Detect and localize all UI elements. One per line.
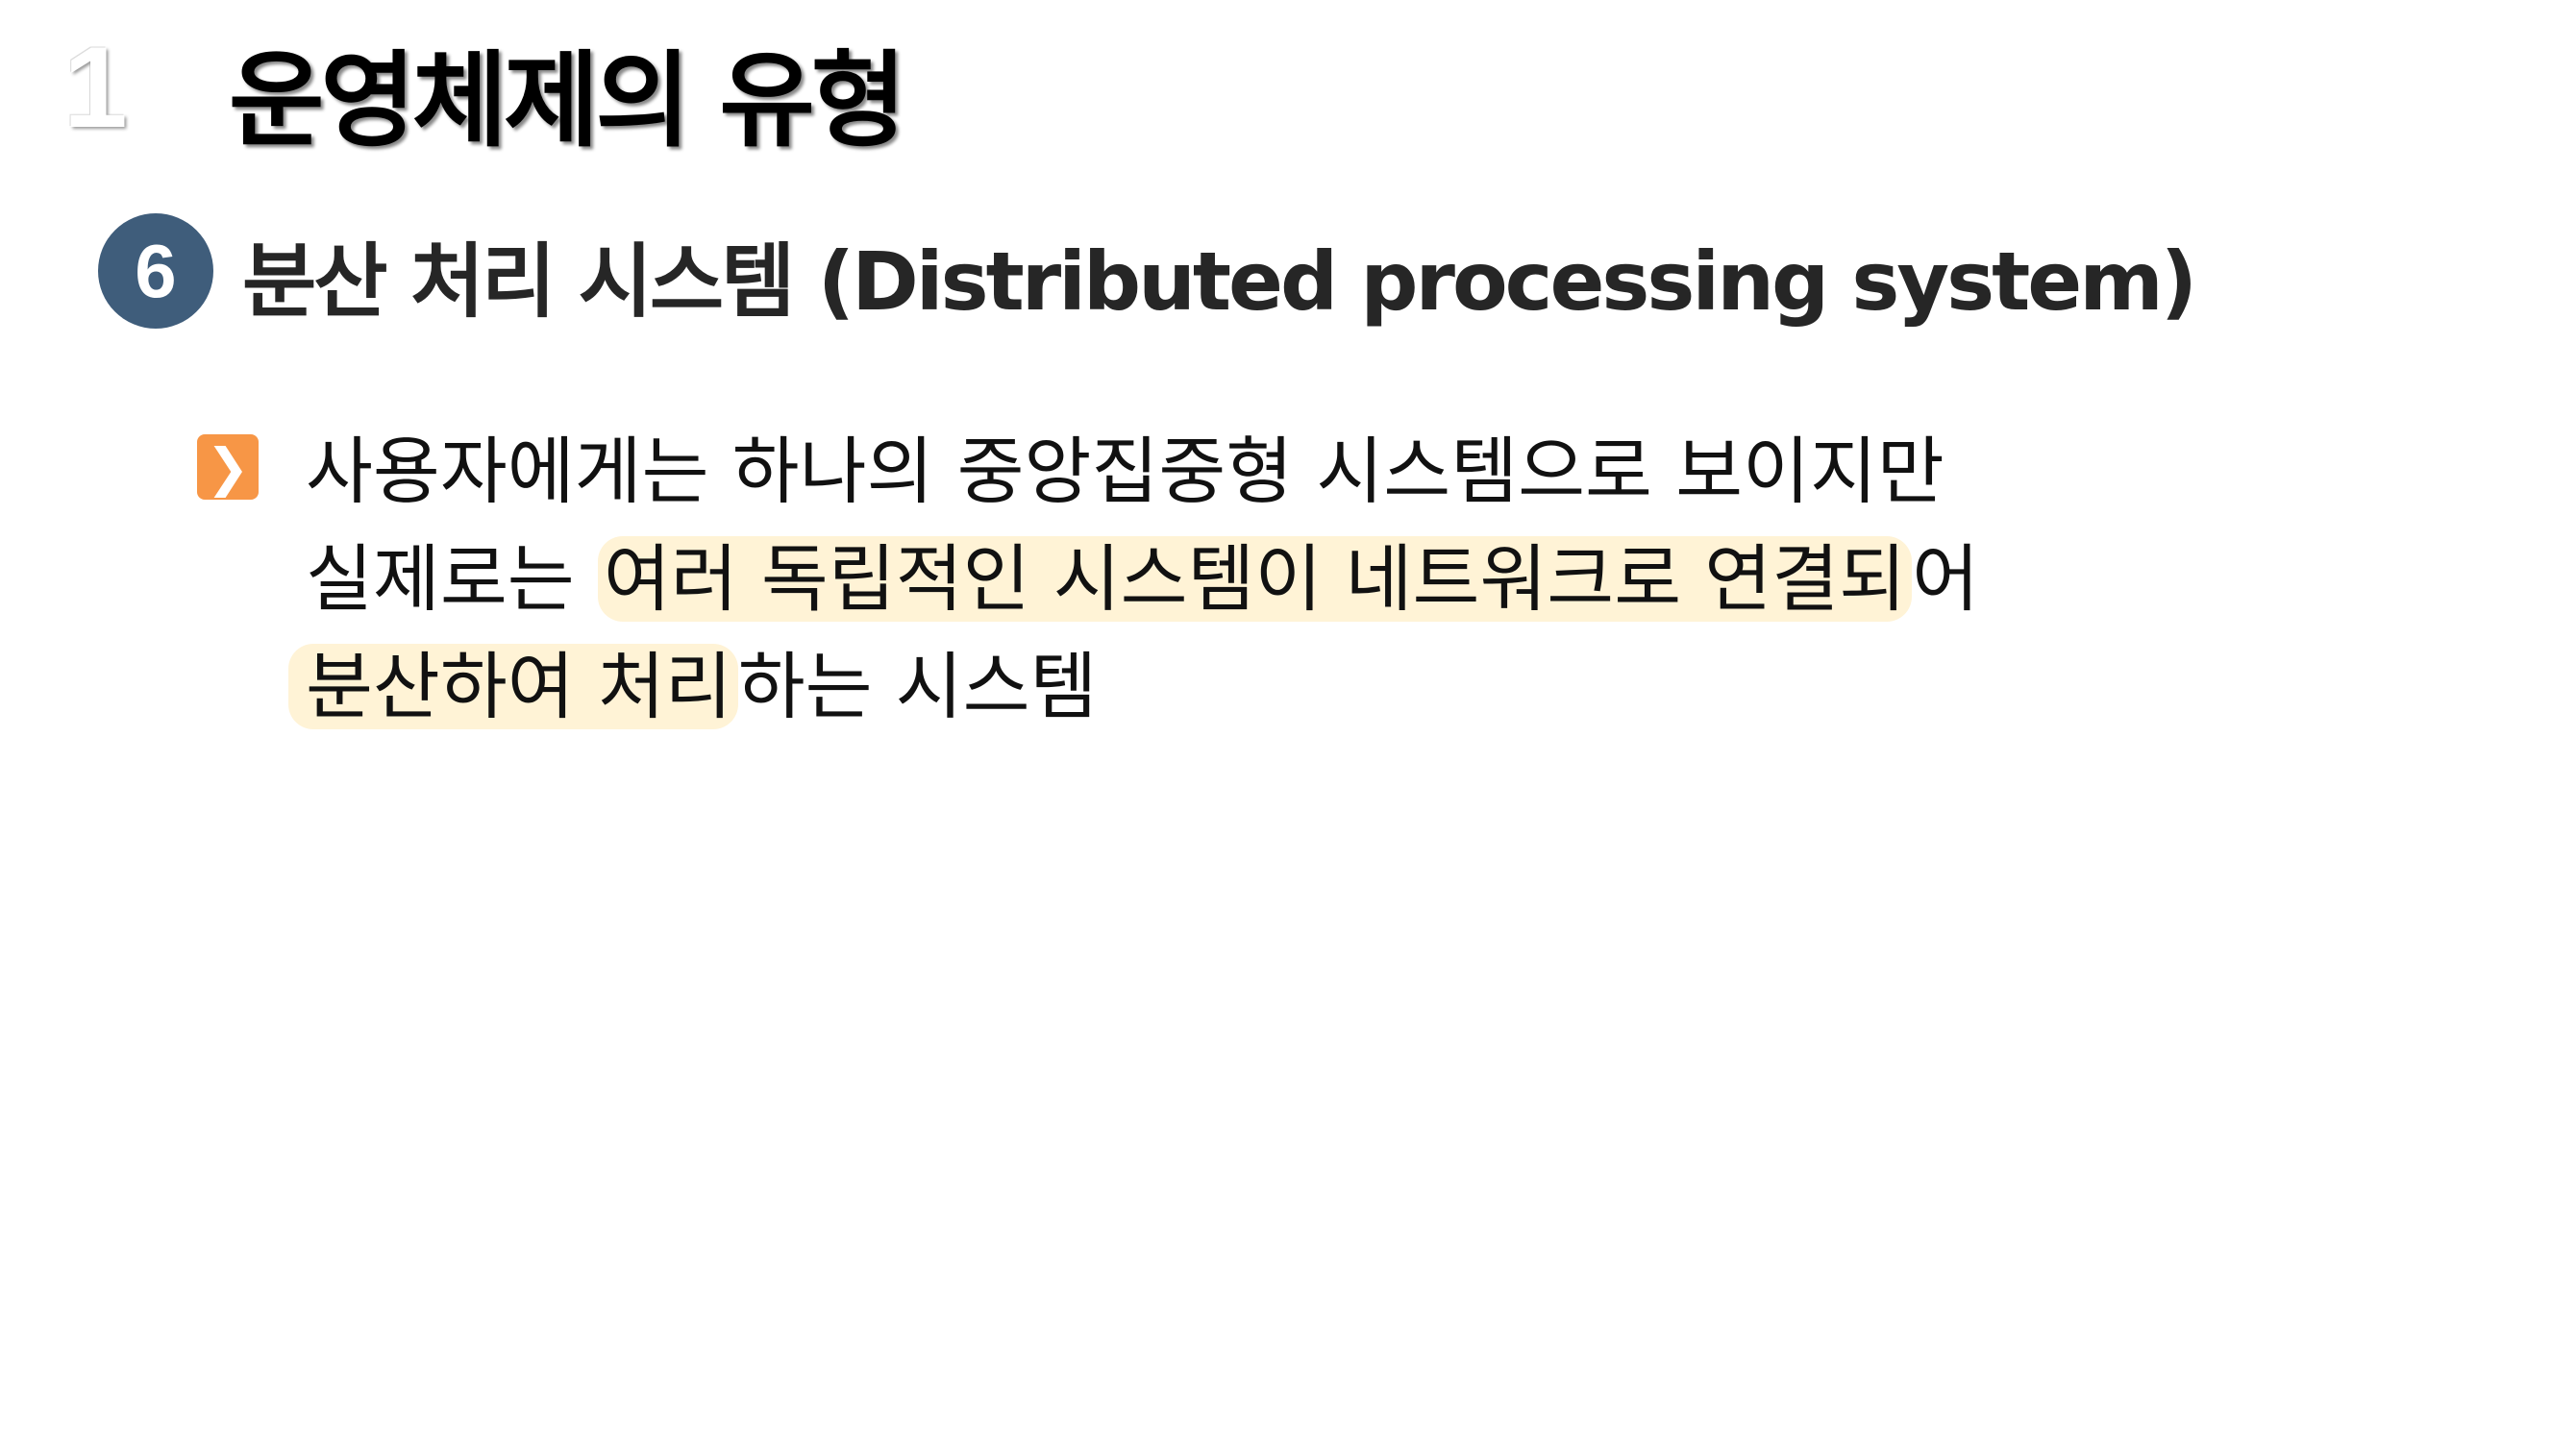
- body-text-plain: 어: [1912, 536, 1979, 622]
- highlighted-text: 분산하여 처리: [288, 644, 738, 729]
- highlighted-text: 여러 독립적인 시스템이 네트워크로 연결되: [597, 536, 1913, 622]
- item-number-badge: 6: [98, 213, 213, 329]
- chevron-right-icon: ❯: [197, 434, 259, 500]
- slide-title: 운영체제의 유형: [229, 41, 906, 161]
- section-heading: 분산 처리 시스템 (Distributed processing system…: [242, 234, 2197, 329]
- body-text-plain: 하는 시스템: [737, 644, 1098, 729]
- body-line-3: 분산하여 처리하는 시스템: [288, 633, 1979, 741]
- body-text-plain: 실제로는: [306, 536, 575, 622]
- section-number: 1: [63, 23, 128, 152]
- body-text: 사용자에게는 하나의 중앙집중형 시스템으로 보이지만 실제로는 여러 독립적인…: [288, 418, 1979, 741]
- body-line-1: 사용자에게는 하나의 중앙집중형 시스템으로 보이지만: [306, 429, 1944, 514]
- body-line-2: 실제로는 여러 독립적인 시스템이 네트워크로 연결되어: [306, 526, 1979, 633]
